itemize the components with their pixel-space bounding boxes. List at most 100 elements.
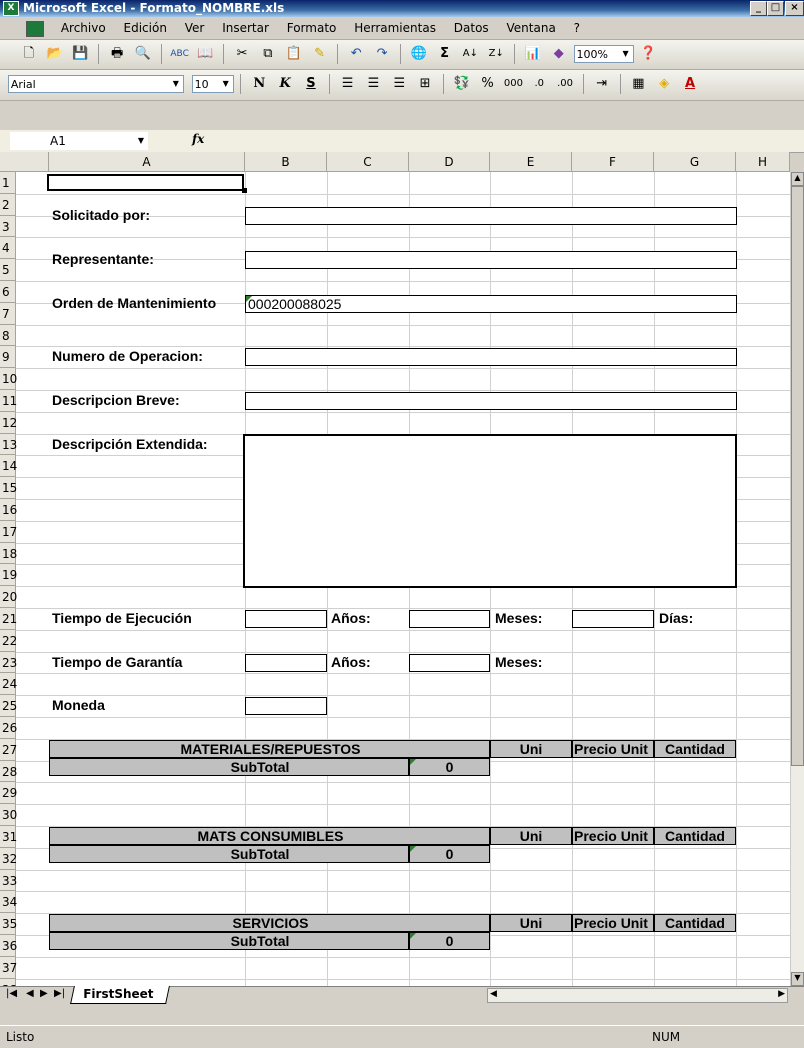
row-header[interactable]: 8 [0,324,16,347]
row-header[interactable]: 18 [0,542,17,565]
solicitado-field[interactable] [245,207,737,225]
row-header[interactable]: 33 [0,869,17,892]
redo-icon[interactable]: ↷ [371,43,393,65]
row-header[interactable]: 21 [0,608,17,630]
font-size-select[interactable]: 10 ▼ [191,75,234,93]
row-header[interactable]: 20 [0,586,17,608]
menu-insertar[interactable]: Insertar [215,17,276,39]
row-header[interactable]: 35 [0,913,17,935]
row-header[interactable]: 4 [0,237,16,260]
row-header[interactable]: 36 [0,935,17,957]
row-header[interactable]: 23 [0,651,17,674]
align-center-icon[interactable]: ☰ [362,73,384,95]
align-left-icon[interactable]: ☰ [337,73,359,95]
borders-icon[interactable]: ▦ [627,73,649,95]
save-icon[interactable]: 💾 [69,43,91,65]
new-icon[interactable]: 🗋 [18,43,40,65]
spelling-icon[interactable]: ABC [169,43,191,65]
column-header-f[interactable]: F [572,152,654,172]
column-header-c[interactable]: C [327,152,409,172]
numero-field[interactable] [245,348,737,366]
formula-input[interactable] [225,132,800,150]
row-header[interactable]: 29 [0,782,17,805]
row-header[interactable]: 37 [0,956,17,979]
font-select[interactable]: Arial ▼ [7,75,184,93]
row-header[interactable]: 6 [0,281,16,303]
ejec-value-field[interactable] [245,610,327,628]
desc-breve-field[interactable] [245,392,737,410]
menu-edicion[interactable]: Edición [117,17,174,39]
desc-ext-field[interactable] [243,434,737,588]
sort-desc-icon[interactable]: Z↓ [485,43,507,65]
menu-ver[interactable]: Ver [178,17,212,39]
row-header[interactable]: 25 [0,695,17,717]
scroll-down-icon[interactable]: ▼ [791,972,804,986]
scroll-right-icon[interactable]: ▶ [778,989,785,999]
underline-button[interactable]: S [300,73,322,95]
menu-ventana[interactable]: Ventana [500,17,563,39]
row-header[interactable]: 31 [0,826,17,848]
row-header[interactable]: 11 [0,390,17,412]
sheet-tab-firstsheet[interactable]: FirstSheet [70,986,171,1004]
row-header[interactable]: 32 [0,847,17,870]
row-header[interactable]: 3 [0,215,16,238]
fill-color-icon[interactable]: ◈ [653,73,675,95]
thousands-button[interactable]: 000 [502,73,524,95]
sort-asc-icon[interactable]: A↓ [459,43,481,65]
name-box[interactable]: A1 ▼ [10,132,148,150]
increase-decimal-icon[interactable]: .0 [528,73,550,95]
italic-button[interactable]: K [274,73,296,95]
row-header[interactable]: 1 [0,172,16,194]
row-header[interactable]: 28 [0,760,17,783]
column-header-b[interactable]: B [245,152,327,172]
percent-button[interactable]: % [477,73,499,95]
align-right-icon[interactable]: ☰ [388,73,410,95]
fill-handle[interactable] [242,188,247,193]
moneda-field[interactable] [245,697,327,715]
row-header[interactable]: 30 [0,804,17,826]
cut-icon[interactable]: ✂ [231,43,253,65]
document-icon[interactable] [26,20,44,37]
row-header[interactable]: 38 [0,978,17,986]
vertical-scrollbar[interactable]: ▲ ▼ [790,172,804,986]
function-icon[interactable]: fx [192,132,204,146]
help-icon[interactable]: ❓ [637,43,659,65]
column-header-d[interactable]: D [409,152,490,172]
ejec-anos-field[interactable] [409,610,490,628]
zoom-select[interactable]: 100% ▼ [573,45,634,63]
row-header[interactable]: 17 [0,520,17,543]
row-header[interactable]: 10 [0,368,17,390]
last-sheet-icon[interactable]: ▶| [54,988,65,999]
menu-herramientas[interactable]: Herramientas [347,17,443,39]
column-header-a[interactable]: A [49,152,245,172]
print-icon[interactable]: 🖶 [106,43,128,65]
row-header[interactable]: 34 [0,891,17,914]
row-header[interactable]: 12 [0,411,17,434]
decrease-decimal-icon[interactable]: .00 [554,73,576,95]
indent-icon[interactable]: ⇥ [591,73,613,95]
scroll-left-icon[interactable]: ◀ [490,989,497,999]
undo-icon[interactable]: ↶ [345,43,367,65]
research-icon[interactable]: 📖 [194,43,216,65]
row-header[interactable]: 19 [0,564,17,587]
format-painter-icon[interactable]: ✎ [309,43,331,65]
selected-cell-a1[interactable] [47,174,244,191]
autosum-icon[interactable]: Σ [434,43,456,65]
row-header[interactable]: 15 [0,477,17,499]
menu-datos[interactable]: Datos [447,17,496,39]
bold-button[interactable]: N [248,73,270,95]
print-preview-icon[interactable]: 🔍 [132,43,154,65]
select-all-corner[interactable] [0,152,49,172]
representante-field[interactable] [245,251,737,269]
maximize-button[interactable]: □ [767,1,784,16]
menu-help[interactable]: ? [567,17,587,39]
row-header[interactable]: 27 [0,738,17,761]
horizontal-scrollbar[interactable]: ◀ ▶ [487,988,788,1003]
row-header[interactable]: 26 [0,717,17,739]
copy-icon[interactable]: ⧉ [257,43,279,65]
menu-formato[interactable]: Formato [280,17,344,39]
row-header[interactable]: 13 [0,433,17,456]
close-button[interactable]: × [785,1,804,16]
orden-field[interactable]: 000200088025 [245,295,737,313]
row-header[interactable]: 7 [0,302,16,325]
